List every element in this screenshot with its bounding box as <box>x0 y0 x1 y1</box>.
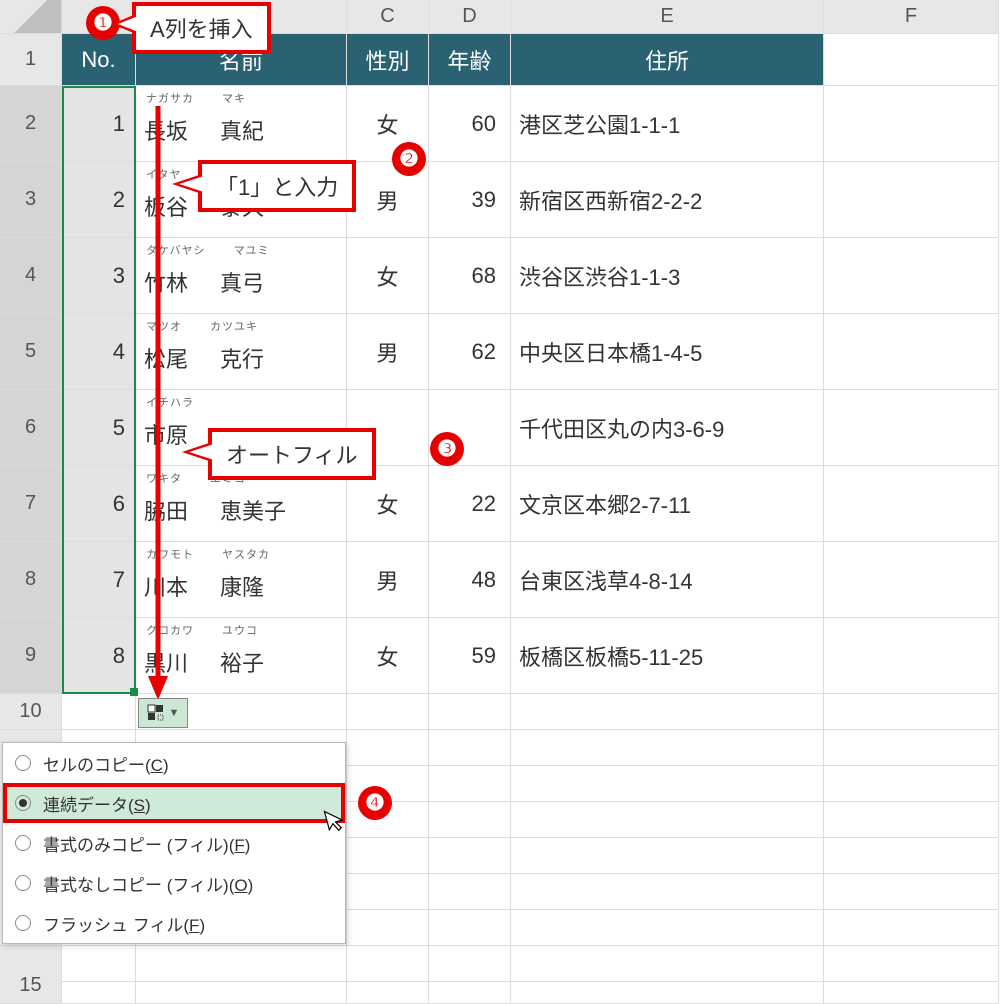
cell-F5[interactable] <box>824 314 999 390</box>
menu-item-fill-series[interactable]: 連続データ(S) <box>3 783 345 823</box>
cell-D4[interactable]: 68 <box>429 238 511 314</box>
cell-A15[interactable] <box>62 968 136 1004</box>
menu-item-fill-format-only[interactable]: 書式のみコピー (フィル)(F) <box>3 823 345 863</box>
row-header-8[interactable]: 8 <box>0 542 62 618</box>
radio-icon <box>15 875 31 891</box>
cell-A4[interactable]: 3 <box>62 238 136 314</box>
cell-B15[interactable] <box>136 968 347 1004</box>
cell-A10[interactable] <box>62 694 136 730</box>
row-header-10[interactable]: 10 <box>0 694 62 730</box>
callout-insert-column: A列を挿入 <box>132 2 271 54</box>
cell-E2[interactable]: 港区芝公園1-1-1 <box>511 86 824 162</box>
cell-D2[interactable]: 60 <box>429 86 511 162</box>
cell-E9[interactable]: 板橋区板橋5-11-25 <box>511 618 824 694</box>
th-age[interactable]: 年齢 <box>429 34 511 86</box>
th-no[interactable]: No. <box>62 34 136 86</box>
cell-F4[interactable] <box>824 238 999 314</box>
row-header-3[interactable]: 3 <box>0 162 62 238</box>
cell-B9[interactable]: クロカワユウコ黒川裕子 <box>136 618 347 694</box>
cell-A9[interactable]: 8 <box>62 618 136 694</box>
dropdown-arrow-icon: ▼ <box>169 707 180 719</box>
menu-item-flash-fill[interactable]: フラッシュ フィル(F) <box>3 903 345 943</box>
cell-A3[interactable]: 2 <box>62 162 136 238</box>
cell-E8[interactable]: 台東区浅草4-8-14 <box>511 542 824 618</box>
cell-F8[interactable] <box>824 542 999 618</box>
cell-F9[interactable] <box>824 618 999 694</box>
cell-A8[interactable]: 7 <box>62 542 136 618</box>
col-header-C[interactable]: C <box>347 0 429 34</box>
cell-C8[interactable]: 男 <box>347 542 429 618</box>
badge-4: ❹ <box>358 786 392 820</box>
cell-C4[interactable]: 女 <box>347 238 429 314</box>
radio-icon <box>15 795 31 811</box>
cell-E5[interactable]: 中央区日本橋1-4-5 <box>511 314 824 390</box>
row-header-6[interactable]: 6 <box>0 390 62 466</box>
cell-A5[interactable]: 4 <box>62 314 136 390</box>
cell-C10[interactable] <box>347 694 429 730</box>
th-addr[interactable]: 住所 <box>511 34 824 86</box>
cell-C15[interactable] <box>347 968 429 1004</box>
cell-A6[interactable]: 5 <box>62 390 136 466</box>
cell-D9[interactable]: 59 <box>429 618 511 694</box>
row-header-5[interactable]: 5 <box>0 314 62 390</box>
cell-D10[interactable] <box>429 694 511 730</box>
badge-2: ❷ <box>392 142 426 176</box>
row-header-15[interactable]: 15 <box>0 968 62 1004</box>
cell-E7[interactable]: 文京区本郷2-7-11 <box>511 466 824 542</box>
radio-icon <box>15 915 31 931</box>
th-sex[interactable]: 性別 <box>347 34 429 86</box>
row-header-1[interactable]: 1 <box>0 34 62 86</box>
cell-A7[interactable]: 6 <box>62 466 136 542</box>
row-header-2[interactable]: 2 <box>0 86 62 162</box>
cell-B4[interactable]: タケバヤシマユミ竹林真弓 <box>136 238 347 314</box>
cell-B2[interactable]: ナガサカマキ長坂真紀 <box>136 86 347 162</box>
cell-F7[interactable] <box>824 466 999 542</box>
cell-E3[interactable]: 新宿区西新宿2-2-2 <box>511 162 824 238</box>
cell-F3[interactable] <box>824 162 999 238</box>
cell-B5[interactable]: マツオカツユキ松尾克行 <box>136 314 347 390</box>
cell-C5[interactable]: 男 <box>347 314 429 390</box>
badge-3: ❸ <box>430 432 464 466</box>
cell-F1[interactable] <box>824 34 999 86</box>
cell-B8[interactable]: カワモトヤスタカ川本康隆 <box>136 542 347 618</box>
cell-D15[interactable] <box>429 968 511 1004</box>
col-header-D[interactable]: D <box>429 0 511 34</box>
menu-item-fill-without-format[interactable]: 書式なしコピー (フィル)(O) <box>3 863 345 903</box>
cell-D8[interactable]: 48 <box>429 542 511 618</box>
radio-icon <box>15 835 31 851</box>
cell-F15[interactable] <box>824 968 999 1004</box>
cell-C9[interactable]: 女 <box>347 618 429 694</box>
col-header-E[interactable]: E <box>511 0 824 34</box>
autofill-icon <box>147 704 165 722</box>
cell-F2[interactable] <box>824 86 999 162</box>
cell-D3[interactable]: 39 <box>429 162 511 238</box>
row-header-9[interactable]: 9 <box>0 618 62 694</box>
cell-E10[interactable] <box>511 694 824 730</box>
cell-E15[interactable] <box>511 968 824 1004</box>
cell-D7[interactable]: 22 <box>429 466 511 542</box>
callout-enter-1: 「1」と入力 <box>198 160 356 212</box>
autofill-options-button[interactable]: ▼ <box>138 698 188 728</box>
cell-E6[interactable]: 千代田区丸の内3-6-9 <box>511 390 824 466</box>
autofill-options-menu: セルのコピー(C) 連続データ(S) 書式のみコピー (フィル)(F) 書式なし… <box>2 742 346 944</box>
cell-F10[interactable] <box>824 694 999 730</box>
radio-icon <box>15 755 31 771</box>
callout-autofill: オートフィル <box>208 428 376 480</box>
cell-A2[interactable]: 1 <box>62 86 136 162</box>
menu-item-copy-cells[interactable]: セルのコピー(C) <box>3 743 345 783</box>
row-header-7[interactable]: 7 <box>0 466 62 542</box>
col-header-F[interactable]: F <box>824 0 999 34</box>
cell-D5[interactable]: 62 <box>429 314 511 390</box>
cell-F6[interactable] <box>824 390 999 466</box>
row-header-4[interactable]: 4 <box>0 238 62 314</box>
cell-E4[interactable]: 渋谷区渋谷1-1-3 <box>511 238 824 314</box>
select-all-corner[interactable] <box>0 0 62 34</box>
